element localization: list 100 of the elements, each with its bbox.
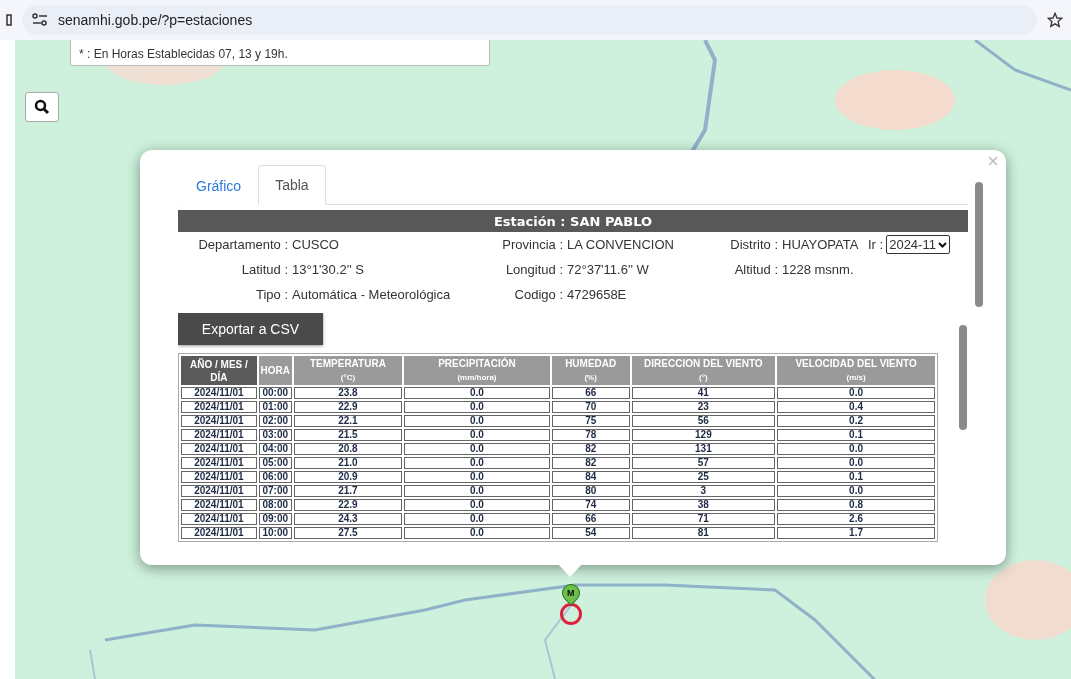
- station-title: Estación : SAN PABLO: [178, 210, 968, 232]
- table-cell: 0.0: [404, 471, 550, 483]
- column-header: VELOCIDAD DEL VIENTO (m/s): [777, 356, 935, 385]
- table-cell: 0.0: [777, 485, 935, 497]
- table-cell: 70: [551, 401, 630, 413]
- export-button[interactable]: Exportar a CSV: [178, 313, 323, 345]
- table-cell: 0.0: [404, 499, 550, 511]
- search-icon: [34, 99, 50, 115]
- table-cell: 0.0: [404, 443, 550, 455]
- table-cell: 57: [631, 457, 776, 469]
- table-cell: 2024/11/01: [181, 457, 257, 469]
- table-cell: 0.2: [777, 415, 935, 427]
- info-label: Longitud :: [504, 262, 563, 277]
- info-label: Provincia :: [501, 237, 563, 252]
- table-cell: 0.0: [777, 443, 935, 455]
- table-cell: 0.0: [404, 387, 550, 399]
- table-cell: 21.7: [293, 485, 403, 497]
- table-cell: 10:00: [258, 527, 292, 539]
- table-cell: 25: [631, 471, 776, 483]
- info-value: HUAYOPATA: [782, 237, 860, 252]
- table-cell: 06:00: [258, 471, 292, 483]
- info-label: Departamento :: [197, 237, 288, 252]
- table-cell: 05:00: [258, 457, 292, 469]
- table-cell: 54: [551, 527, 630, 539]
- table-cell: 3: [631, 485, 776, 497]
- table-cell: 74: [551, 499, 630, 511]
- table-cell: 41: [631, 387, 776, 399]
- table-cell: 81: [631, 527, 776, 539]
- table-cell: 22.1: [293, 415, 403, 427]
- table-cell: 04:00: [258, 443, 292, 455]
- table-cell: 02:00: [258, 415, 292, 427]
- info-value: CUSCO: [292, 237, 340, 252]
- table-cell: 0.8: [777, 499, 935, 511]
- table-cell: 2024/11/01: [181, 471, 257, 483]
- table-cell: 56: [631, 415, 776, 427]
- info-value: 1228 msnm.: [782, 262, 855, 277]
- table-cell: 0.1: [777, 471, 935, 483]
- table-cell: 0.0: [404, 527, 550, 539]
- table-cell: 0.0: [404, 513, 550, 525]
- table-cell: 20.9: [293, 471, 403, 483]
- table-cell: 2024/11/01: [181, 387, 257, 399]
- scrollbar-thumb[interactable]: [975, 182, 983, 307]
- tune-icon[interactable]: [32, 13, 48, 27]
- info-value: 4729658E: [567, 287, 628, 302]
- table-cell: 66: [551, 387, 630, 399]
- column-header: HORA: [258, 356, 292, 385]
- table-cell: 22.9: [293, 499, 403, 511]
- table-cell: 131: [631, 443, 776, 455]
- table-cell: 09:00: [258, 513, 292, 525]
- info-value: 13°1'30.2'' S: [292, 262, 365, 277]
- tab-icon[interactable]: [6, 14, 12, 26]
- table-cell: 82: [551, 443, 630, 455]
- column-header: AÑO / MES / DÍA: [181, 356, 257, 385]
- info-value: Automática - Meteorológica: [292, 287, 452, 302]
- table-cell: 2024/11/01: [181, 485, 257, 497]
- table-cell: 2024/11/01: [181, 527, 257, 539]
- table-cell: 0.0: [404, 485, 550, 497]
- column-header: PRECIPITACIÓN (mm/hora): [404, 356, 550, 385]
- table-cell: 07:00: [258, 485, 292, 497]
- table-cell: 80: [551, 485, 630, 497]
- table-cell: 38: [631, 499, 776, 511]
- table-cell: 21.5: [293, 429, 403, 441]
- table-cell: 2024/11/01: [181, 415, 257, 427]
- table-cell: 2024/11/01: [181, 401, 257, 413]
- table-cell: 03:00: [258, 429, 292, 441]
- info-value: 72°37'11.6'' W: [567, 262, 650, 277]
- table-cell: 82: [551, 457, 630, 469]
- table-cell: 21.0: [293, 457, 403, 469]
- table-cell: 78: [551, 429, 630, 441]
- table-cell: 0.0: [777, 457, 935, 469]
- table-cell: 27.5: [293, 527, 403, 539]
- info-label: Codigo :: [513, 287, 563, 302]
- table-cell: 2024/11/01: [181, 443, 257, 455]
- search-button[interactable]: [25, 92, 59, 122]
- marker-label: M: [567, 588, 575, 598]
- table-cell: 75: [551, 415, 630, 427]
- table-cell: 0.1: [777, 429, 935, 441]
- tab[interactable]: Tabla: [258, 165, 326, 205]
- table-cell: 0.0: [404, 415, 550, 427]
- table-cell: 2024/11/01: [181, 499, 257, 511]
- table-cell: 00:00: [258, 387, 292, 399]
- table-cell: 0.4: [777, 401, 935, 413]
- table-cell: 08:00: [258, 499, 292, 511]
- period-label: Ir :: [868, 237, 884, 252]
- table-cell: 66: [551, 513, 630, 525]
- period-select[interactable]: 2024-11: [886, 235, 950, 254]
- address-bar[interactable]: senamhi.gob.pe/?p=estaciones: [22, 5, 1037, 35]
- info-value: LA CONVENCION: [567, 237, 675, 252]
- table-cell: 84: [551, 471, 630, 483]
- chevron-icon: [937, 241, 947, 248]
- table-cell: 23.8: [293, 387, 403, 399]
- table-cell: 2024/11/01: [181, 513, 257, 525]
- info-label: Latitud :: [240, 262, 288, 277]
- scrollbar-thumb[interactable]: [959, 325, 967, 430]
- table-cell: 129: [631, 429, 776, 441]
- star-icon[interactable]: [1047, 12, 1063, 28]
- table-cell: 1.7: [777, 527, 935, 539]
- table-cell: 0.0: [404, 457, 550, 469]
- table-cell: 24.3: [293, 513, 403, 525]
- table-cell: 0.0: [404, 429, 550, 441]
